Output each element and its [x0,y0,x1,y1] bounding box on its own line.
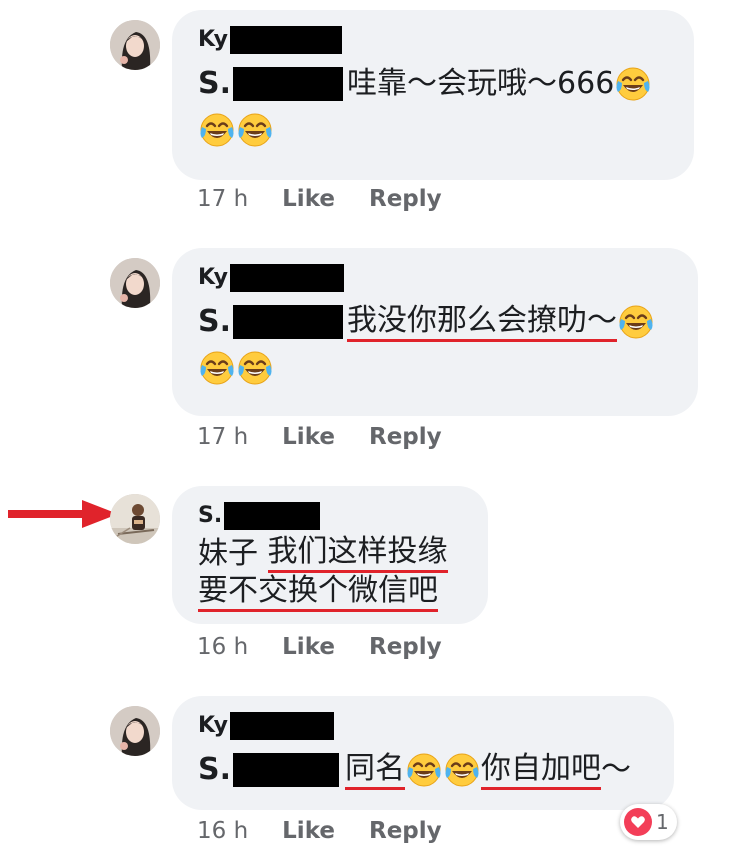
comment-message: 我没你那么会撩叻～ [347,303,618,342]
comment-bubble-2: Ky S. 我没你那么会撩叻～ [172,248,698,416]
comment-text: S. 我没你那么会撩叻～ [198,300,672,344]
heart-icon [624,808,652,836]
face-with-tears-of-joy-icon [444,752,480,788]
comment-author[interactable]: Ky [198,712,648,740]
redaction-bar [229,264,344,292]
reply-button[interactable]: Reply [369,634,442,660]
avatar-ky[interactable] [110,258,160,308]
comment-message: ～ [601,752,632,787]
comment-bubble-3: S. 妹子 我们这样投缘 要不交换个微信吧 [172,486,488,624]
mention-name[interactable]: S. [198,62,231,106]
author-name[interactable]: Ky [198,264,228,292]
timestamp[interactable]: 17 h [197,424,248,450]
redaction-bar [229,26,342,54]
comment-bubble-4: Ky S. 同名 你自加吧 ～ [172,696,674,810]
like-button[interactable]: Like [282,186,335,212]
avatar-ky[interactable] [110,20,160,70]
like-button[interactable]: Like [282,634,335,660]
avatar-ky[interactable] [110,706,160,756]
reaction-badge[interactable]: 1 [620,804,677,840]
author-name[interactable]: S. [198,502,222,530]
face-with-tears-of-joy-icon [618,304,654,340]
mention-tag[interactable]: S. [198,300,347,344]
like-button[interactable]: Like [282,818,335,844]
emoji-line [198,350,672,386]
redaction-bar [233,305,344,339]
emoji-line [198,112,668,148]
face-with-tears-of-joy-icon [199,350,235,386]
timestamp[interactable]: 16 h [197,634,248,660]
comment-text-line2: 要不交换个微信吧 [198,573,462,612]
reaction-count: 1 [656,810,669,834]
comment-author[interactable]: Ky [198,264,672,292]
comment-message-highlight: 我们这样投缘 [267,534,448,573]
reply-button[interactable]: Reply [369,424,442,450]
mention-name[interactable]: S. [198,748,231,792]
redaction-bar [233,753,340,787]
comment-text: S. 哇靠～会玩哦～666 [198,62,668,106]
comment-message-highlight: 你自加吧 [481,751,602,790]
author-name[interactable]: Ky [198,26,228,54]
mention-name[interactable]: S. [198,300,231,344]
comment-meta-4: 16 h Like Reply [197,818,442,844]
comment-bubble-1: Ky S. 哇靠～会玩哦～666 [172,10,694,180]
comment-text: 妹子 我们这样投缘 [198,534,462,573]
comment-author[interactable]: S. [198,502,462,530]
mention-tag[interactable]: S. [198,62,347,106]
comment-meta-3: 16 h Like Reply [197,634,442,660]
author-name[interactable]: Ky [198,712,228,740]
comment-text: S. 同名 你自加吧 ～ [198,748,648,792]
like-button[interactable]: Like [282,424,335,450]
comment-message: 哇靠～会玩哦～666 [347,66,615,101]
comment-message-highlight: 同名 [345,751,406,790]
redaction-bar [224,502,321,530]
face-with-tears-of-joy-icon [615,66,651,102]
face-with-tears-of-joy-icon [199,112,235,148]
timestamp[interactable]: 17 h [197,186,248,212]
redaction-bar [233,67,344,101]
reply-button[interactable]: Reply [369,818,442,844]
reply-button[interactable]: Reply [369,186,442,212]
avatar-s[interactable] [110,494,160,544]
timestamp[interactable]: 16 h [197,818,248,844]
face-with-tears-of-joy-icon [237,112,273,148]
face-with-tears-of-joy-icon [406,752,442,788]
comment-meta-1: 17 h Like Reply [197,186,442,212]
redaction-bar [229,712,334,740]
red-arrow-icon [8,500,118,528]
comment-author[interactable]: Ky [198,26,668,54]
comment-message: 妹子 [198,535,268,571]
mention-tag[interactable]: S. [198,748,345,792]
comment-meta-2: 17 h Like Reply [197,424,442,450]
face-with-tears-of-joy-icon [237,350,273,386]
comment-message-highlight: 要不交换个微信吧 [198,573,438,612]
